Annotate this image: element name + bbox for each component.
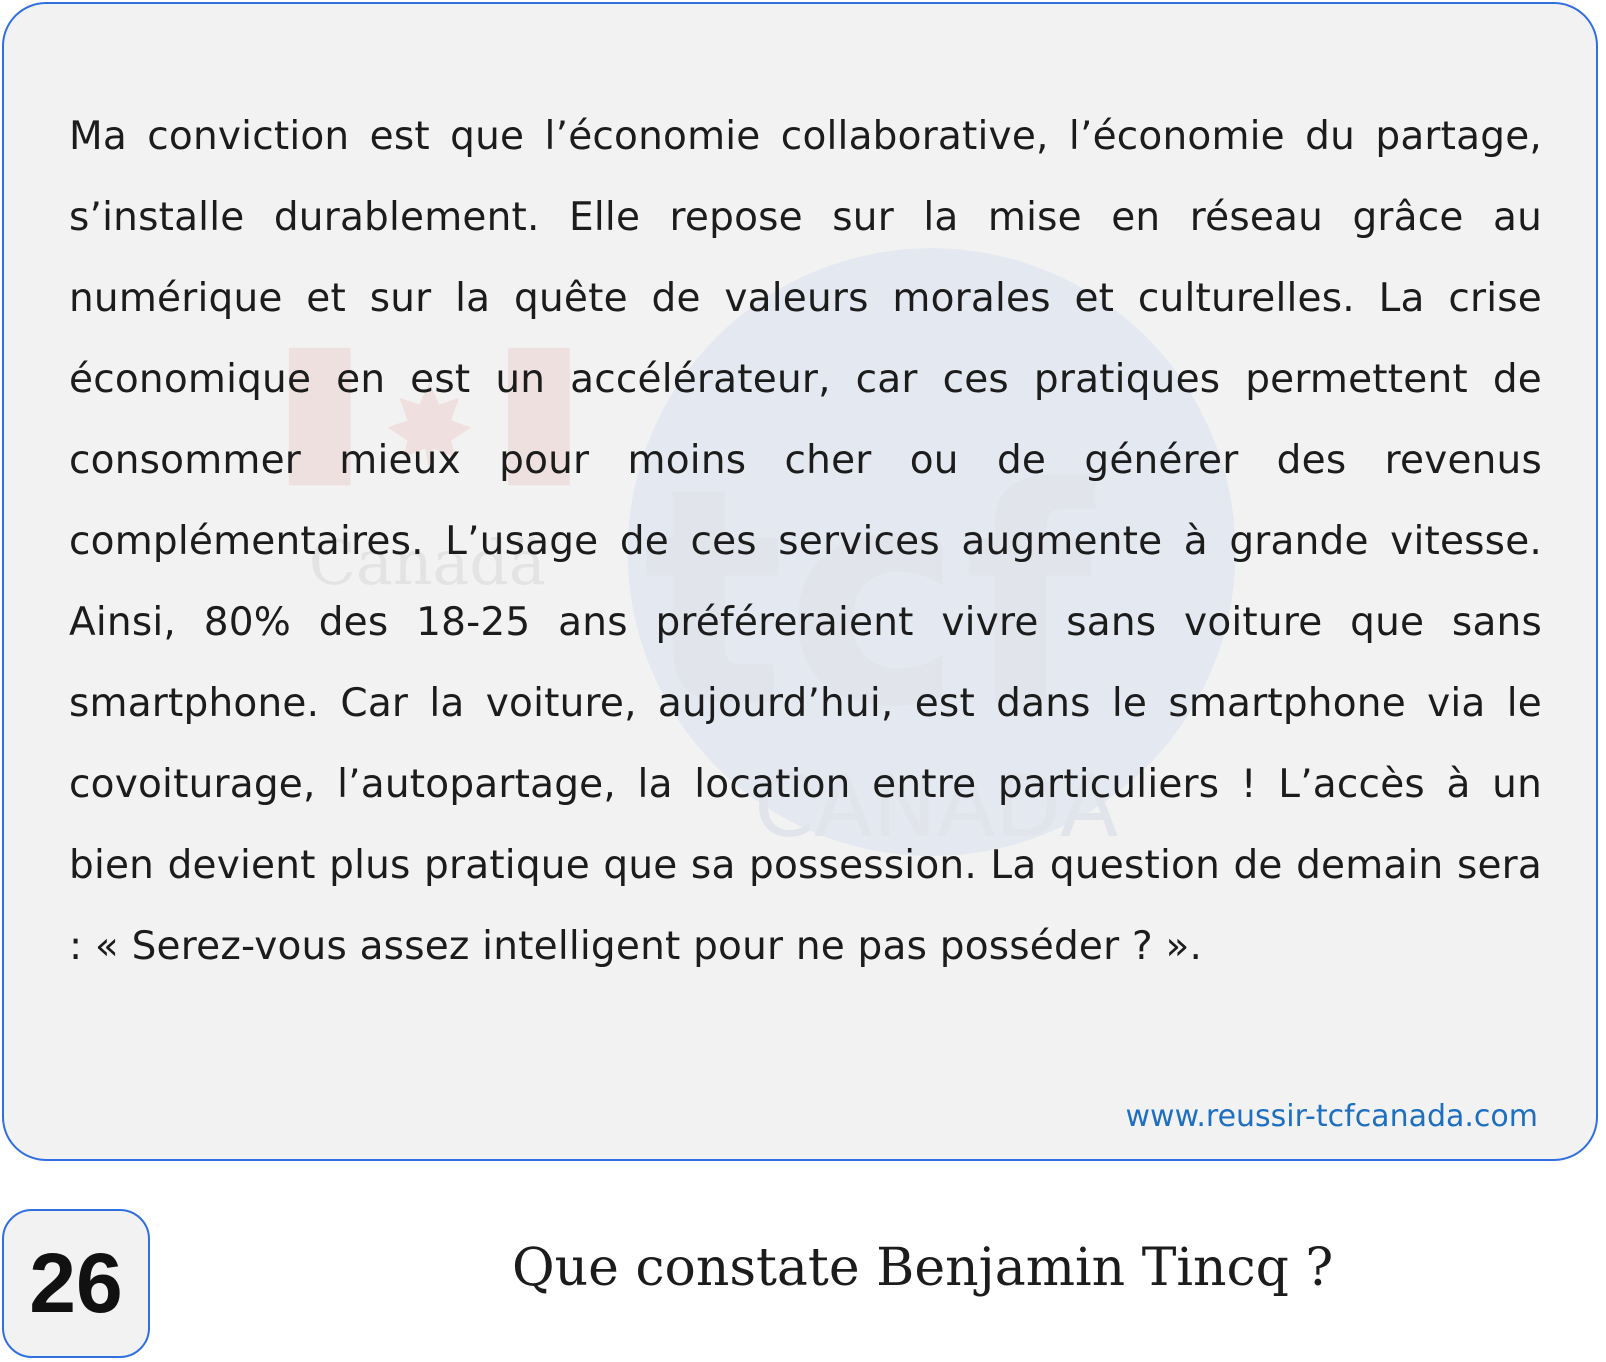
website-url: www.reussir-tcfcanada.com [1125, 1099, 1539, 1134]
question-number: 26 [29, 1236, 123, 1330]
reading-passage: Ma conviction est que l’économie collabo… [69, 114, 1542, 969]
text-card: Canadä tcf CANADA Ma conviction est que … [2, 2, 1598, 1161]
question-number-badge: 26 [2, 1209, 150, 1358]
question-text: Que constate Benjamin Tincq ? [512, 1238, 1334, 1298]
